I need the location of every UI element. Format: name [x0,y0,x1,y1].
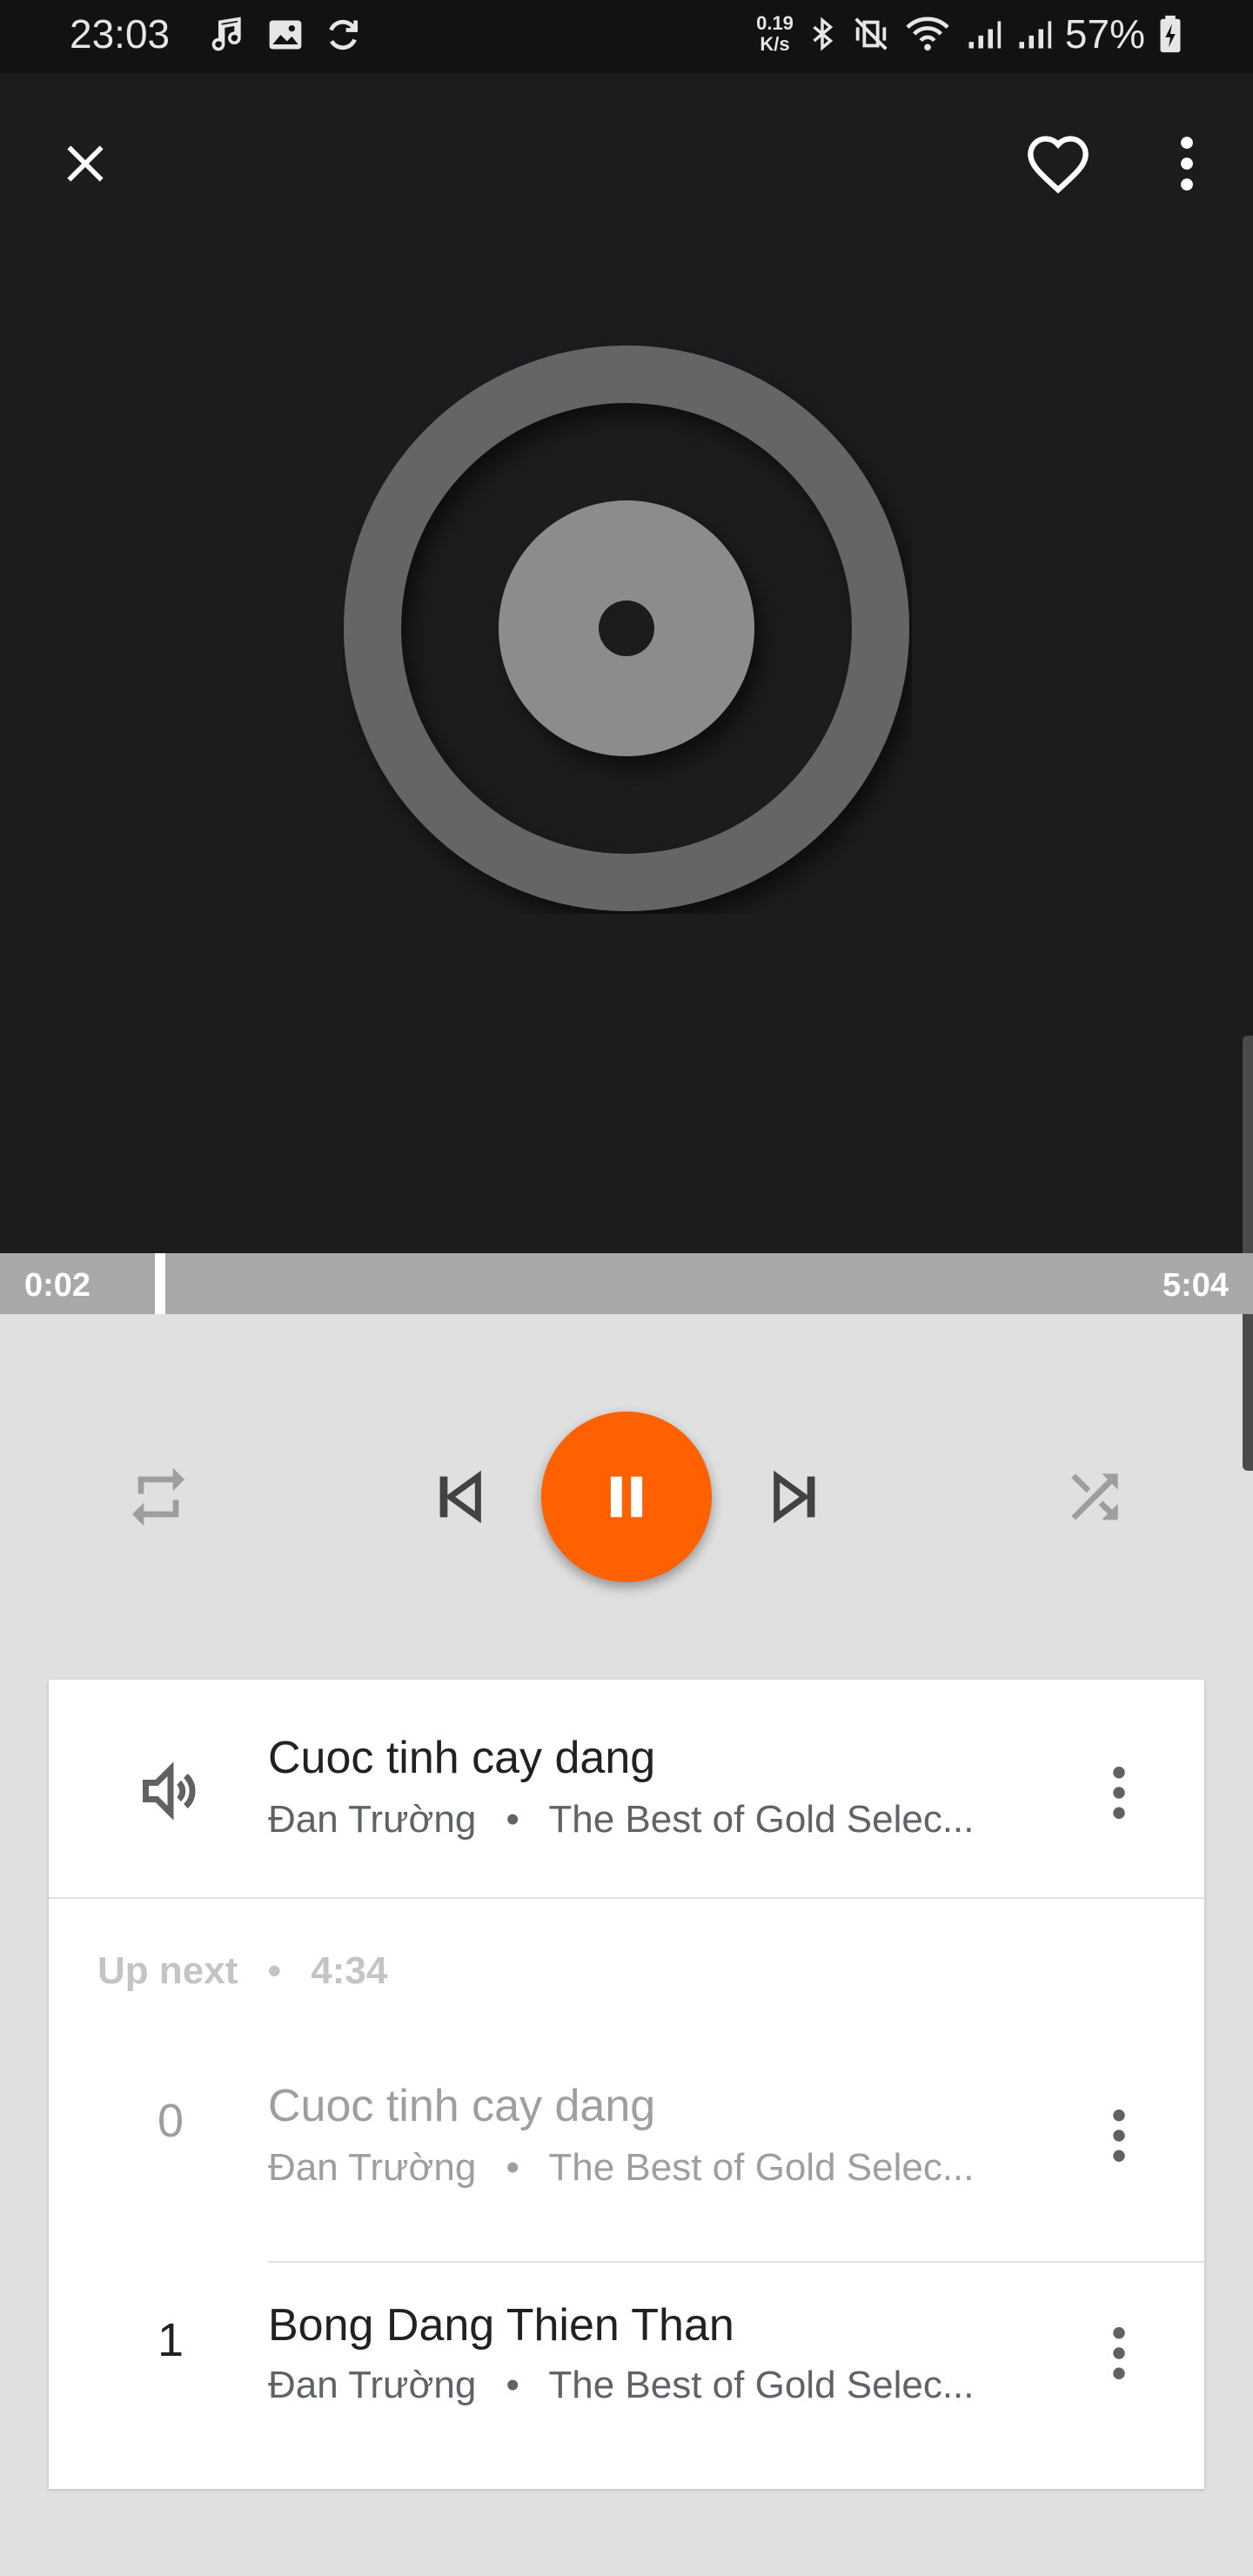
playback-controls [0,1314,1253,1680]
elapsed-time: 0:02 [24,1267,91,1304]
up-next-label: Up next [97,1949,238,1992]
more-vert-icon [1113,1767,1125,1819]
up-next-header: Up next • 4:34 [97,1949,387,1993]
image-icon [269,20,302,50]
next-button[interactable] [754,1453,841,1540]
queue-item-index: 0 [157,2095,184,2147]
divider [49,1897,1204,1899]
repeat-button[interactable] [113,1453,204,1540]
queue-item-album: The Best of Gold Selec... [548,2364,975,2406]
skip-previous-icon [439,1470,481,1524]
queue-item-artist: Đan Trường [268,2146,477,2189]
net-speed-unit: K/s [760,33,790,55]
queue-item-title: Cuoc tinh cay dang [268,2081,656,2131]
queue-item-title: Bong Dang Thien Than [268,2300,734,2351]
now-playing-row[interactable]: Cuoc tinh cay dang Đan Trường • The Best… [49,1680,1204,1897]
duration-time: 5:04 [1162,1267,1229,1304]
now-playing-artist: Đan Trường [268,1798,477,1841]
close-button[interactable] [44,122,127,205]
pause-button[interactable] [541,1412,712,1582]
queue-item-index: 1 [157,2314,184,2366]
queue-item[interactable]: 0 Cuoc tinh cay dang Đan Trường • The Be… [49,2045,1204,2263]
more-vert-icon [1113,2327,1125,2379]
more-options-button[interactable] [1145,122,1229,205]
separator: • [267,1949,281,1992]
queue-item-album: The Best of Gold Selec... [548,2146,975,2189]
music-note-icon [211,17,241,51]
net-speed: 0.19 K/s [756,13,794,55]
previous-button[interactable] [414,1453,501,1540]
now-playing-album: The Best of Gold Selec... [548,1798,975,1841]
vibrate-off-icon [854,17,888,50]
vinyl-disc-icon [344,345,909,911]
battery-percent: 57% [1064,11,1145,57]
skip-next-icon [774,1470,815,1524]
sync-icon [329,19,358,50]
shuffle-icon [1071,1473,1118,1520]
signal-icon [968,21,1002,49]
queue-item-subtitle: Đan Trường • The Best of Gold Selec... [268,2364,1016,2407]
queue-item-artist: Đan Trường [268,2364,477,2406]
repeat-icon [132,1467,184,1526]
queue-item-menu-button[interactable] [1093,2318,1145,2388]
seek-bar[interactable]: 0:02 5:04 [0,1253,1253,1314]
heart-icon [1028,136,1089,194]
more-vert-icon [1113,2110,1125,2162]
queue-item[interactable]: 1 Bong Dang Thien Than Đan Trường • The … [49,2263,1204,2480]
shuffle-button[interactable] [1049,1453,1140,1540]
up-next-total-time: 4:34 [311,1949,388,1992]
pause-icon [610,1476,643,1518]
wifi-icon [906,17,949,51]
status-time: 23:03 [70,11,171,57]
status-right: 0.19 K/s 57% [756,10,1183,57]
more-vert-icon [1181,137,1193,191]
battery-charging-icon [1160,15,1181,53]
queue-card: Cuoc tinh cay dang Đan Trường • The Best… [49,1680,1204,2489]
separator: • [506,1798,519,1841]
queue-item-menu-button[interactable] [1093,2101,1145,2170]
net-speed-value: 0.19 [756,12,794,34]
close-icon [67,145,104,182]
queue-item-subtitle: Đan Trường • The Best of Gold Selec... [268,2146,1016,2190]
speaker-icon [127,1756,214,1826]
signal-icon [1019,21,1052,49]
now-playing-title: Cuoc tinh cay dang [268,1733,656,1783]
status-left-icons [209,16,362,54]
seek-thumb[interactable] [155,1253,166,1314]
separator: • [506,2364,519,2406]
now-playing-subtitle: Đan Trường • The Best of Gold Selec... [268,1798,1016,1841]
separator: • [506,2146,519,2189]
now-playing-menu-button[interactable] [1093,1758,1145,1828]
status-bar: 23:03 0.19 K/s 57% [0,0,1253,73]
favorite-button[interactable] [1016,122,1100,205]
bluetooth-icon [813,17,834,51]
